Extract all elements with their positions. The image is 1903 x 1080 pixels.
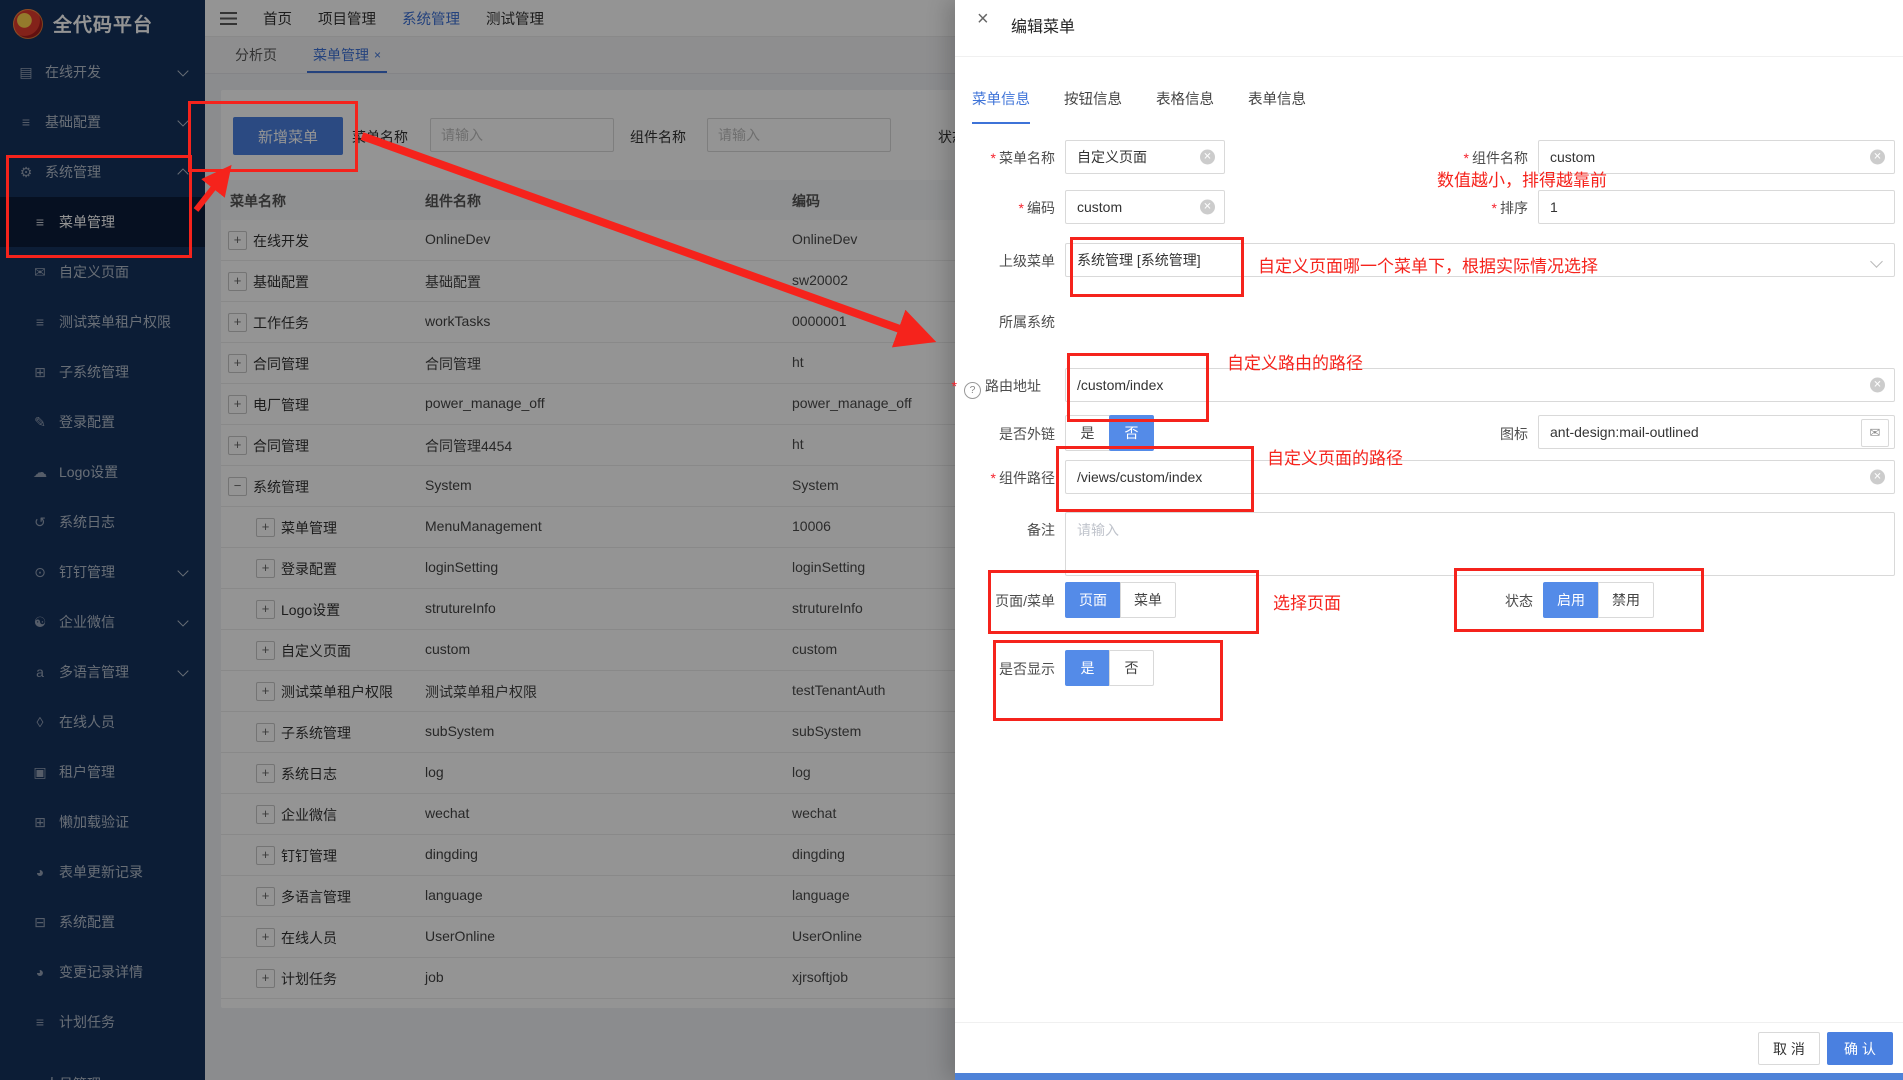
confirm-button[interactable]: 确 认 (1827, 1032, 1893, 1065)
cancel-button[interactable]: 取 消 (1758, 1032, 1820, 1065)
clear-icon[interactable]: ✕ (1200, 200, 1215, 215)
code-field[interactable]: custom ✕ (1065, 190, 1225, 224)
drawer-tab-表格信息[interactable]: 表格信息 (1156, 88, 1214, 124)
menu-name-value: 自定义页面 (1077, 147, 1147, 167)
status-label: 状态 (1433, 591, 1533, 611)
menu-name-field[interactable]: 自定义页面 ✕ (1065, 140, 1225, 174)
component-path-value: /views/custom/index (1077, 469, 1202, 485)
help-icon[interactable]: ? (964, 382, 981, 399)
code-label: *编码 (955, 198, 1055, 218)
component-path-label: *组件路径 (955, 468, 1055, 488)
component-name-field[interactable]: custom ✕ (1538, 140, 1895, 174)
code-value: custom (1077, 199, 1122, 215)
component-name-label: *组件名称 (1395, 148, 1528, 168)
required-mark: * (952, 378, 957, 394)
drawer-tabs: 菜单信息按钮信息表格信息表单信息 (972, 88, 1306, 124)
required-mark: * (991, 470, 996, 486)
sort-value: 1 (1550, 199, 1558, 215)
component-name-value: custom (1550, 149, 1595, 165)
toggle-option-页面[interactable]: 页面 (1065, 582, 1121, 618)
toggle-option-启用[interactable]: 启用 (1543, 582, 1599, 618)
toggle-option-否[interactable]: 否 (1109, 650, 1154, 686)
mail-icon[interactable]: ✉ (1861, 419, 1889, 447)
icon-label: 图标 (1395, 424, 1528, 444)
parent-menu-label: 上级菜单 (955, 251, 1055, 271)
required-mark: * (991, 150, 996, 166)
sort-label: *排序 (1395, 198, 1528, 218)
visible-toggle: 是否 (1065, 650, 1154, 686)
drawer-tab-按钮信息[interactable]: 按钮信息 (1064, 88, 1122, 124)
remark-textarea[interactable] (1065, 512, 1895, 576)
sort-field[interactable]: 1 (1538, 190, 1895, 224)
icon-field[interactable]: ant-design:mail-outlined ✉ (1538, 415, 1895, 449)
toggle-option-是[interactable]: 是 (1065, 415, 1110, 451)
status-toggle: 启用禁用 (1543, 582, 1654, 618)
external-link-label: 是否外链 (955, 424, 1055, 444)
clear-icon[interactable]: ✕ (1870, 150, 1885, 165)
divider (955, 1022, 1903, 1023)
parent-menu-value: 系统管理 [系统管理] (1077, 250, 1201, 270)
menu-name-label: *菜单名称 (955, 148, 1055, 168)
drawer-mask[interactable] (0, 0, 955, 1080)
external-link-toggle: 是否 (1065, 415, 1154, 451)
route-value: /custom/index (1077, 377, 1163, 393)
toggle-option-是[interactable]: 是 (1065, 650, 1110, 686)
drawer-tab-表单信息[interactable]: 表单信息 (1248, 88, 1306, 124)
route-field[interactable]: /custom/index ✕ (1065, 368, 1895, 402)
component-path-field[interactable]: /views/custom/index ✕ (1065, 460, 1895, 494)
app-root: 全代码平台 ▤在线开发≡基础配置⚙系统管理≡菜单管理✉自定义页面≡测试菜单租户权… (0, 0, 1903, 1080)
toggle-option-否[interactable]: 否 (1109, 415, 1154, 451)
required-mark: * (1464, 150, 1469, 166)
required-mark: * (1019, 200, 1024, 216)
clear-icon[interactable]: ✕ (1200, 150, 1215, 165)
toggle-option-菜单[interactable]: 菜单 (1120, 582, 1176, 618)
edit-menu-drawer: × 编辑菜单 菜单信息按钮信息表格信息表单信息 *菜单名称 自定义页面 ✕ *组… (955, 0, 1903, 1080)
system-label: 所属系统 (955, 312, 1055, 332)
drawer-title: 编辑菜单 (1011, 13, 1075, 37)
close-icon[interactable]: × (977, 8, 989, 31)
toggle-option-禁用[interactable]: 禁用 (1598, 582, 1654, 618)
divider (955, 56, 1903, 57)
drawer-tab-菜单信息[interactable]: 菜单信息 (972, 88, 1030, 124)
parent-menu-select[interactable]: 系统管理 [系统管理] (1065, 243, 1895, 277)
visible-label: 是否显示 (955, 659, 1055, 679)
chevron-down-icon (1870, 255, 1883, 268)
clear-icon[interactable]: ✕ (1870, 470, 1885, 485)
required-mark: * (1492, 200, 1497, 216)
clear-icon[interactable]: ✕ (1870, 378, 1885, 393)
page-menu-label: 页面/菜单 (955, 591, 1055, 611)
page-menu-toggle: 页面菜单 (1065, 582, 1176, 618)
route-label: * ?路由地址 (941, 376, 1041, 399)
icon-value: ant-design:mail-outlined (1550, 424, 1699, 440)
remark-label: 备注 (955, 520, 1055, 540)
bottom-strip (955, 1073, 1903, 1080)
